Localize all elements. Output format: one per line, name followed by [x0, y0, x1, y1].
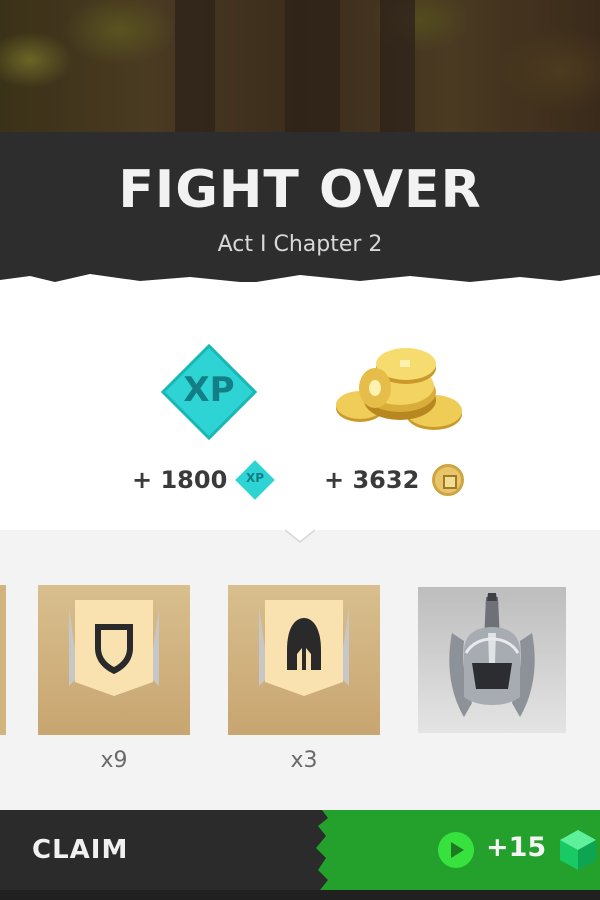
item-card-partial[interactable] — [0, 585, 6, 735]
xp-amount: + 1800 — [132, 466, 228, 494]
tree-trunk — [175, 0, 215, 140]
shield-banner-icon — [69, 600, 159, 696]
xp-mini-text: XP — [245, 471, 265, 485]
play-icon — [438, 832, 474, 868]
forest-background — [0, 0, 600, 140]
xp-badge-text: XP — [183, 370, 235, 410]
chapter-subtitle: Act I Chapter 2 — [217, 232, 383, 257]
green-gem-icon — [560, 830, 596, 870]
item-card-spiked-helmet[interactable] — [418, 587, 566, 733]
claim-button[interactable]: CLAIM — [0, 810, 300, 890]
bottom-band — [0, 890, 600, 900]
tree-trunk — [285, 0, 340, 140]
tree-trunk — [380, 0, 415, 140]
page-title: FIGHT OVER — [118, 160, 482, 220]
video-reward-amount: +15 — [486, 832, 547, 863]
coin-amount: + 3632 — [324, 466, 420, 494]
coin-icon — [432, 464, 464, 496]
item-count: x9 — [100, 748, 128, 773]
panel-pointer — [285, 529, 315, 543]
helmet-banner-icon — [259, 600, 349, 696]
reward-panel — [0, 282, 600, 530]
item-count: x3 — [290, 748, 318, 773]
gold-coins-pile-icon — [336, 348, 462, 430]
spiked-helmet-icon — [449, 593, 535, 717]
